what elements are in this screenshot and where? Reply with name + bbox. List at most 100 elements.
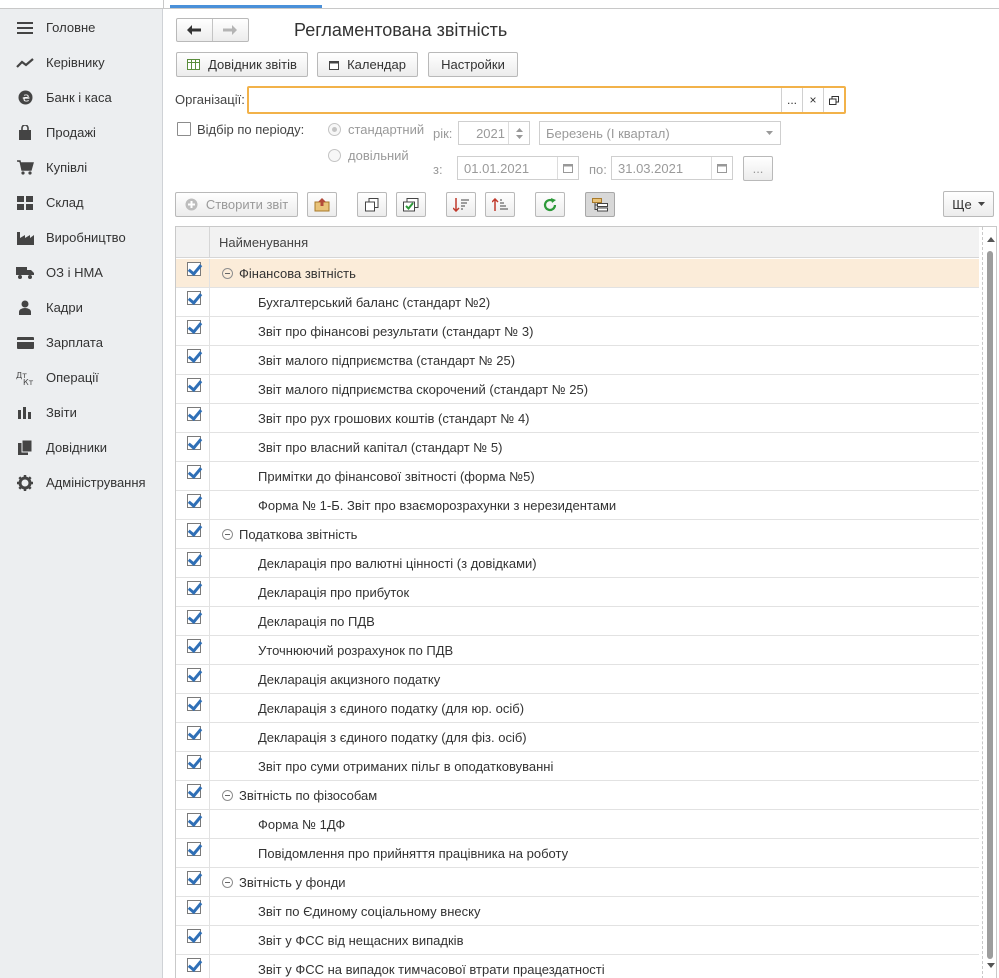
row-checkbox[interactable] (187, 697, 201, 711)
collapse-icon[interactable] (222, 529, 233, 540)
calendar-icon[interactable] (711, 157, 732, 179)
sidebar-item-fixed-assets[interactable]: ОЗ і НМА (0, 255, 163, 290)
period-filter-checkbox[interactable] (177, 122, 191, 136)
table-group-row[interactable]: Звітність по фізособам (176, 781, 979, 810)
table-row[interactable]: Уточнюючий розрахунок по ПДВ (176, 636, 979, 665)
table-group-row[interactable]: Фінансова звітність (176, 259, 979, 288)
row-checkbox[interactable] (187, 755, 201, 769)
row-checkbox[interactable] (187, 349, 201, 363)
vertical-scrollbar[interactable] (982, 227, 996, 978)
table-row[interactable]: Бухгалтерський баланс (стандарт №2) (176, 288, 979, 317)
table-row[interactable]: Декларація по ПДВ (176, 607, 979, 636)
sidebar-item-reports[interactable]: Звіти (0, 395, 163, 430)
back-button[interactable] (177, 19, 213, 41)
row-checkbox[interactable] (187, 929, 201, 943)
table-row[interactable]: Звіт у ФСС на випадок тимчасової втрати … (176, 955, 979, 978)
table-row[interactable]: Звіт про рух грошових коштів (стандарт №… (176, 404, 979, 433)
row-checkbox[interactable] (187, 784, 201, 798)
year-field[interactable]: 2021 (458, 121, 530, 145)
forward-button[interactable] (213, 19, 249, 41)
row-checkbox[interactable] (187, 813, 201, 827)
copy-button[interactable] (357, 192, 387, 217)
table-row[interactable]: Звіт по Єдиному соціальному внеску (176, 897, 979, 926)
row-checkbox[interactable] (187, 552, 201, 566)
sidebar-item-operations[interactable]: Дт Кт Операції (0, 360, 163, 395)
standard-period-radio[interactable] (328, 123, 341, 136)
row-checkbox[interactable] (187, 494, 201, 508)
scroll-up-icon[interactable] (987, 237, 995, 242)
sidebar-item-hr[interactable]: Кадри (0, 290, 163, 325)
sidebar-item-warehouse[interactable]: Склад (0, 185, 163, 220)
refresh-button[interactable] (535, 192, 565, 217)
table-row[interactable]: Звіт про фінансові результати (стандарт … (176, 317, 979, 346)
folder-up-button[interactable] (307, 192, 337, 217)
sidebar-item-sales[interactable]: Продажі (0, 115, 163, 150)
sidebar-item-purchases[interactable]: Купівлі (0, 150, 163, 185)
scroll-thumb[interactable] (987, 251, 993, 959)
row-checkbox[interactable] (187, 465, 201, 479)
collapse-icon[interactable] (222, 877, 233, 888)
table-group-row[interactable]: Звітність у фонди (176, 868, 979, 897)
table-row[interactable]: Форма № 1-Б. Звіт про взаєморозрахунки з… (176, 491, 979, 520)
table-row[interactable]: Форма № 1ДФ (176, 810, 979, 839)
sort-descending-button[interactable] (485, 192, 515, 217)
row-checkbox[interactable] (187, 958, 201, 972)
sidebar-item-bank[interactable]: ₴ Банк і каса (0, 80, 163, 115)
sidebar-item-main[interactable]: Головне (0, 10, 163, 45)
table-row[interactable]: Декларація з єдиного податку (для юр. ос… (176, 694, 979, 723)
table-row[interactable]: Декларація про валютні цінності (з довід… (176, 549, 979, 578)
custom-period-radio[interactable] (328, 149, 341, 162)
calendar-icon[interactable] (557, 157, 578, 179)
quarter-select[interactable]: Березень (I квартал) (539, 121, 781, 145)
settings-button[interactable]: Настройки (428, 52, 518, 77)
row-checkbox[interactable] (187, 407, 201, 421)
row-checkbox[interactable] (187, 726, 201, 740)
date-to-field[interactable]: 31.03.2021 (611, 156, 733, 180)
row-checkbox[interactable] (187, 871, 201, 885)
sort-ascending-button[interactable] (446, 192, 476, 217)
row-checkbox[interactable] (187, 610, 201, 624)
row-checkbox[interactable] (187, 436, 201, 450)
table-row[interactable]: Звіт малого підприємства скорочений (ста… (176, 375, 979, 404)
table-row[interactable]: Декларація з єдиного податку (для фіз. о… (176, 723, 979, 752)
row-checkbox[interactable] (187, 378, 201, 392)
reports-directory-button[interactable]: Довідник звітів (176, 52, 308, 77)
row-checkbox[interactable] (187, 668, 201, 682)
table-row[interactable]: Звіт про власний капітал (стандарт № 5) (176, 433, 979, 462)
scroll-down-icon[interactable] (987, 963, 995, 968)
row-checkbox[interactable] (187, 523, 201, 537)
more-button[interactable]: Ще (943, 191, 994, 217)
create-report-button[interactable]: Створити звіт (175, 192, 298, 217)
row-checkbox[interactable] (187, 581, 201, 595)
sidebar-item-manager[interactable]: Керівнику (0, 45, 163, 80)
org-select-button[interactable]: ... (781, 88, 802, 112)
row-checkbox[interactable] (187, 262, 201, 276)
row-checkbox[interactable] (187, 291, 201, 305)
chevron-down-icon[interactable] (759, 122, 780, 144)
organizations-field[interactable]: ... × (247, 86, 846, 114)
date-from-field[interactable]: 01.01.2021 (457, 156, 579, 180)
table-group-row[interactable]: Податкова звітність (176, 520, 979, 549)
table-row[interactable]: Звіт у ФСС від нещасних випадків (176, 926, 979, 955)
sidebar-item-directories[interactable]: Довідники (0, 430, 163, 465)
table-row[interactable]: Звіт про суми отриманих пільг в оподатко… (176, 752, 979, 781)
sidebar-item-production[interactable]: Виробництво (0, 220, 163, 255)
sidebar-item-salary[interactable]: Зарплата (0, 325, 163, 360)
sidebar-item-administration[interactable]: Адміністрування (0, 465, 163, 500)
year-spinner[interactable] (508, 122, 529, 144)
active-tab-indicator[interactable] (170, 5, 322, 8)
table-row[interactable]: Примітки до фінансової звітності (форма … (176, 462, 979, 491)
org-open-button[interactable] (823, 88, 844, 112)
row-checkbox[interactable] (187, 639, 201, 653)
row-checkbox[interactable] (187, 320, 201, 334)
calendar-button[interactable]: Календар (317, 52, 418, 77)
choose-period-button[interactable]: ... (743, 156, 773, 181)
table-row[interactable]: Декларація акцизного податку (176, 665, 979, 694)
row-checkbox[interactable] (187, 842, 201, 856)
collapse-icon[interactable] (222, 268, 233, 279)
hierarchy-view-button[interactable] (585, 192, 615, 217)
name-column-header[interactable]: Найменування (219, 235, 308, 250)
row-checkbox[interactable] (187, 900, 201, 914)
table-row[interactable]: Звіт малого підприємства (стандарт № 25) (176, 346, 979, 375)
table-row[interactable]: Декларація про прибуток (176, 578, 979, 607)
